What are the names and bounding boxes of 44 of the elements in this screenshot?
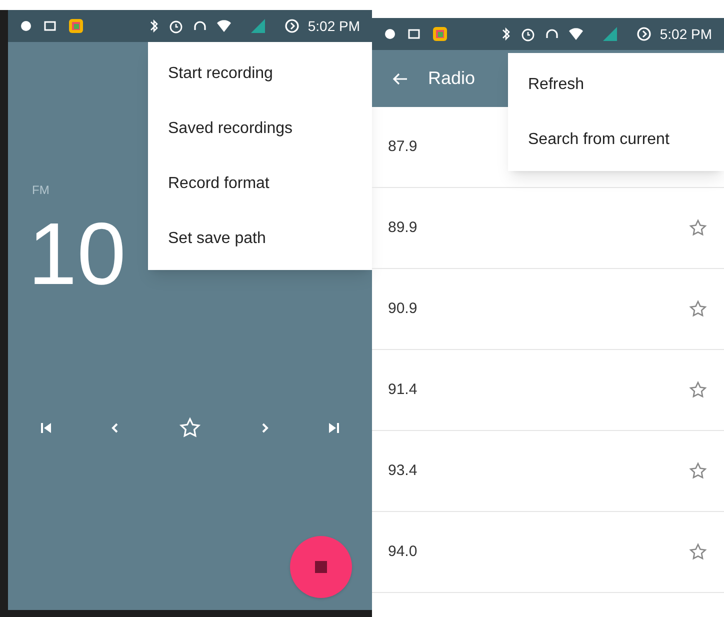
circle-icon: [384, 28, 396, 40]
station-row[interactable]: 89.9: [372, 188, 724, 269]
station-row[interactable]: 93.4: [372, 431, 724, 512]
station-row[interactable]: 90.9: [372, 269, 724, 350]
menu-item[interactable]: Refresh: [508, 57, 724, 112]
skip-forward-icon[interactable]: [328, 422, 340, 434]
band-label: FM: [32, 183, 50, 197]
wifi-icon: [568, 26, 584, 42]
alarm-icon: [520, 26, 536, 42]
image-icon: [408, 28, 420, 40]
menu-item[interactable]: Set save path: [148, 211, 372, 266]
station-row[interactable]: 94.0: [372, 512, 724, 593]
station-frequency: 89.9: [388, 218, 418, 238]
frequency-display: 10: [28, 210, 126, 298]
status-time: 5:02 PM: [660, 24, 712, 44]
app-icon: [432, 26, 448, 42]
star-icon[interactable]: [178, 416, 202, 440]
image-icon: [44, 20, 56, 32]
station-frequency: 87.9: [388, 136, 418, 157]
skip-back-icon[interactable]: [40, 422, 52, 434]
app-icon: [68, 18, 84, 34]
station-frequency: 93.4: [388, 460, 418, 481]
favorite-star-icon[interactable]: [688, 299, 708, 319]
favorite-star-icon[interactable]: [688, 380, 708, 400]
bluetooth-icon: [148, 18, 160, 34]
toolbar-title: Radio: [428, 67, 476, 90]
station-frequency: 90.9: [388, 298, 418, 319]
favorite-star-icon[interactable]: [688, 218, 708, 238]
station-frequency: 91.4: [388, 380, 418, 400]
alarm-icon: [168, 18, 184, 34]
stop-icon: [315, 561, 327, 573]
bluetooth-icon: [500, 26, 512, 42]
favorite-star-icon[interactable]: [688, 542, 708, 562]
menu-item[interactable]: Saved recordings: [148, 101, 372, 156]
wifi-icon: [216, 18, 232, 34]
status-time: 5:02 PM: [308, 16, 360, 36]
menu-item[interactable]: Record format: [148, 156, 372, 211]
favorite-star-icon[interactable]: [688, 461, 708, 481]
station-row[interactable]: 91.4: [372, 350, 724, 431]
circle-icon: [20, 20, 32, 32]
menu-item[interactable]: Search from current: [508, 112, 724, 167]
station-frequency: 94.0: [388, 542, 418, 562]
menu-item[interactable]: Start recording: [148, 46, 372, 101]
back-arrow-icon[interactable]: [392, 70, 408, 86]
